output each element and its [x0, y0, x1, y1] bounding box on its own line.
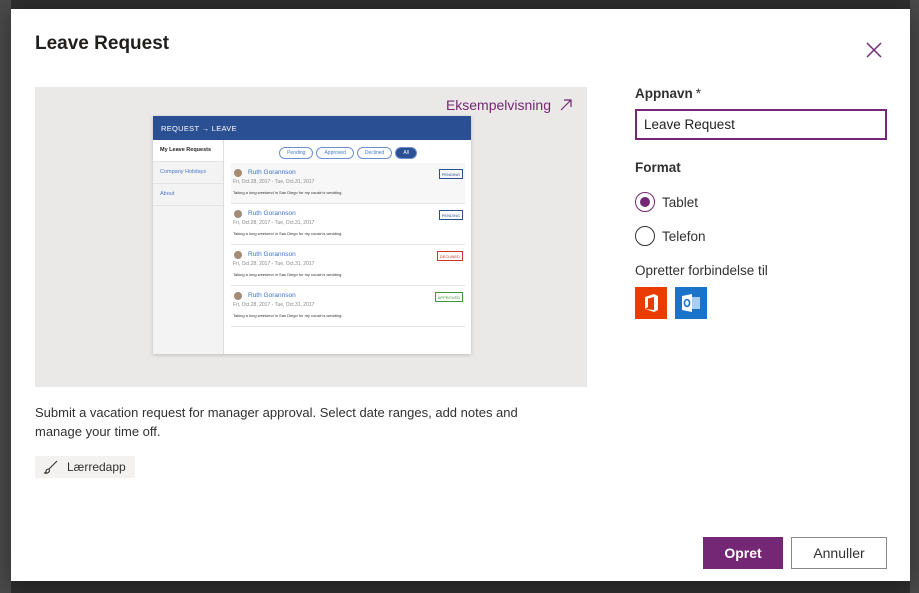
mock-name: Ruth Gorannson [248, 210, 296, 217]
status-badge: PENDING [438, 169, 463, 179]
mock-sidebar: My Leave Requests Company Holidays About [153, 140, 224, 354]
background-page-left [0, 0, 11, 593]
appname-label: Appnavn * [635, 86, 701, 101]
mock-tabs: Pending Approved Declined All [225, 140, 471, 159]
mock-list-item: Ruth Gorannson PENDING Fri, Oct.28, 2017… [231, 163, 465, 204]
avatar [234, 210, 242, 218]
status-badge: APPROVED [434, 292, 463, 302]
mock-tab: All [395, 147, 417, 159]
mock-dates: Fri, Oct.28, 2017 - Tue, Oct.31, 2017 [233, 302, 315, 308]
status-badge: DECLINED [436, 251, 463, 261]
app-type-label: Lærredapp [67, 460, 126, 474]
mock-desc: Taking a long weekend in San Diego for m… [233, 231, 343, 236]
radio-tablet[interactable]: Tablet [635, 192, 698, 212]
status-badge: PENDING [438, 210, 463, 220]
app-type-tag: Lærredapp [35, 456, 135, 478]
mock-tab: Approved [316, 147, 354, 159]
mock-tab: Pending [279, 147, 314, 159]
create-button[interactable]: Opret [703, 537, 783, 569]
mock-name: Ruth Gorannson [248, 169, 296, 176]
dialog-title: Leave Request [35, 33, 170, 54]
appname-input[interactable] [635, 109, 887, 140]
mock-sidebar-item: Company Holidays [153, 162, 223, 184]
mock-header: REQUEST → LEAVE [153, 116, 471, 140]
mock-main: Pending Approved Declined All Ruth Goran… [225, 140, 471, 354]
outlook-icon [675, 287, 707, 319]
app-preview: Eksempelvisning REQUEST → LEAVE My Leave… [35, 87, 587, 387]
mock-desc: Taking a long weekend in San Diego for m… [233, 313, 343, 318]
office365-icon [635, 287, 667, 319]
open-external-icon [560, 99, 572, 111]
radio-button[interactable] [635, 192, 655, 212]
cancel-button[interactable]: Annuller [791, 537, 887, 569]
radio-tablet-label: Tablet [662, 194, 699, 210]
app-description: Submit a vacation request for manager ap… [35, 405, 518, 439]
format-label: Format [635, 160, 681, 175]
preview-link[interactable]: Eksempelvisning [446, 97, 573, 113]
mock-dates: Fri, Oct.28, 2017 - Tue, Oct.31, 2017 [233, 220, 315, 226]
mock-sidebar-item: About [153, 184, 223, 206]
preview-screenshot: REQUEST → LEAVE My Leave Requests Compan… [153, 116, 471, 354]
connects-label: Opretter forbindelse til [635, 263, 768, 278]
mock-list: Ruth Gorannson PENDING Fri, Oct.28, 2017… [225, 159, 471, 327]
radio-button[interactable] [635, 226, 655, 246]
mock-dates: Fri, Oct.28, 2017 - Tue, Oct.31, 2017 [233, 179, 315, 185]
background-page-right [910, 0, 919, 593]
avatar [234, 292, 242, 300]
leave-request-dialog: Leave Request Eksempelvisning REQUEST → … [11, 9, 910, 581]
appname-label-text: Appnavn [635, 86, 693, 101]
brush-icon [43, 460, 58, 474]
required-mark: * [695, 86, 702, 101]
avatar [234, 251, 242, 259]
mock-name: Ruth Gorannson [248, 251, 296, 258]
mock-list-item: Ruth Gorannson PENDING Fri, Oct.28, 2017… [231, 204, 465, 245]
close-icon[interactable] [863, 39, 885, 61]
preview-link-label: Eksempelvisning [445, 97, 551, 113]
radio-phone[interactable]: Telefon [635, 226, 706, 246]
mock-list-item: Ruth Gorannson APPROVED Fri, Oct.28, 201… [231, 286, 465, 327]
avatar [234, 169, 242, 177]
mock-list-item: Ruth Gorannson DECLINED Fri, Oct.28, 201… [231, 245, 465, 286]
mock-name: Ruth Gorannson [248, 292, 296, 299]
mock-sidebar-item: My Leave Requests [153, 140, 223, 162]
mock-dates: Fri, Oct.28, 2017 - Tue, Oct.31, 2017 [233, 261, 315, 267]
mock-tab: Declined [356, 147, 393, 159]
mock-desc: Taking a long weekend in San Diego for m… [233, 272, 343, 277]
mock-desc: Taking a long weekend in San Diego for m… [233, 190, 343, 195]
radio-phone-label: Telefon [662, 228, 706, 244]
connector-list [635, 287, 707, 319]
